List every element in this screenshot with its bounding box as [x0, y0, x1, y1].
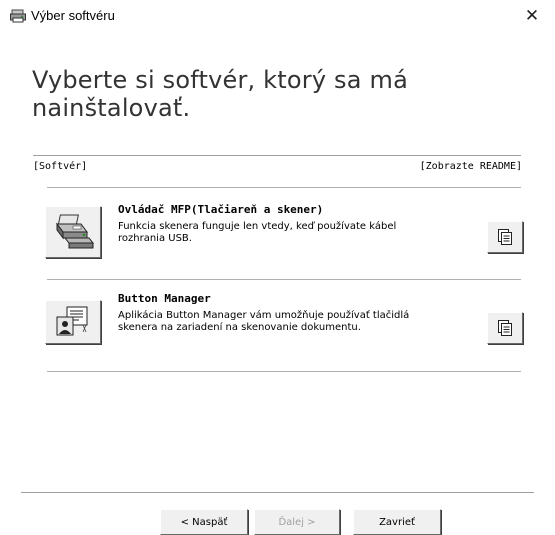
readme-column-label: [Zobrazte README] [419, 161, 522, 172]
close-window-button[interactable]: ✕ [509, 0, 555, 32]
close-icon: ✕ [524, 6, 540, 26]
close-button[interactable]: Zavrieť [353, 509, 441, 535]
next-button[interactable]: Ďalej > [254, 509, 340, 535]
button-manager-icon [56, 306, 88, 336]
button-manager-description: Aplikácia Button Manager vám umožňuje po… [118, 310, 458, 334]
back-button[interactable]: < Naspäť [160, 509, 248, 535]
list-divider [47, 279, 521, 281]
description-line: skenera na zariadení na skenovanie dokum… [118, 322, 361, 333]
software-column-label: [Softvér] [33, 161, 88, 172]
button-manager-readme-button[interactable] [487, 312, 523, 344]
readme-document-icon [498, 320, 512, 336]
readme-document-icon [498, 229, 512, 245]
printer-scanner-icon [56, 214, 95, 249]
window-title: Výber softvéru [31, 8, 115, 23]
mfp-driver-description: Funkcia skenera funguje len vtedy, keď p… [118, 221, 458, 245]
list-divider [47, 187, 521, 189]
footer-divider [21, 492, 534, 494]
button-manager-name: Button Manager [118, 292, 211, 305]
page-heading: Vyberte si softvér, ktorý sa má nainštal… [32, 66, 408, 122]
setup-app-icon [10, 9, 26, 23]
header-divider [33, 155, 521, 157]
description-line: Aplikácia Button Manager vám umožňuje po… [118, 310, 410, 321]
mfp-driver-name: Ovládač MFP(Tlačiareň a skener) [118, 203, 324, 216]
install-mfp-driver-button[interactable] [45, 206, 101, 258]
title-bar: Výber softvéru ✕ [0, 0, 555, 32]
mfp-driver-readme-button[interactable] [487, 221, 523, 253]
description-line: Funkcia skenera funguje len vtedy, keď p… [118, 221, 397, 232]
install-button-manager-button[interactable] [45, 300, 101, 344]
list-divider [47, 371, 521, 373]
description-line: rozhrania USB. [118, 233, 192, 244]
